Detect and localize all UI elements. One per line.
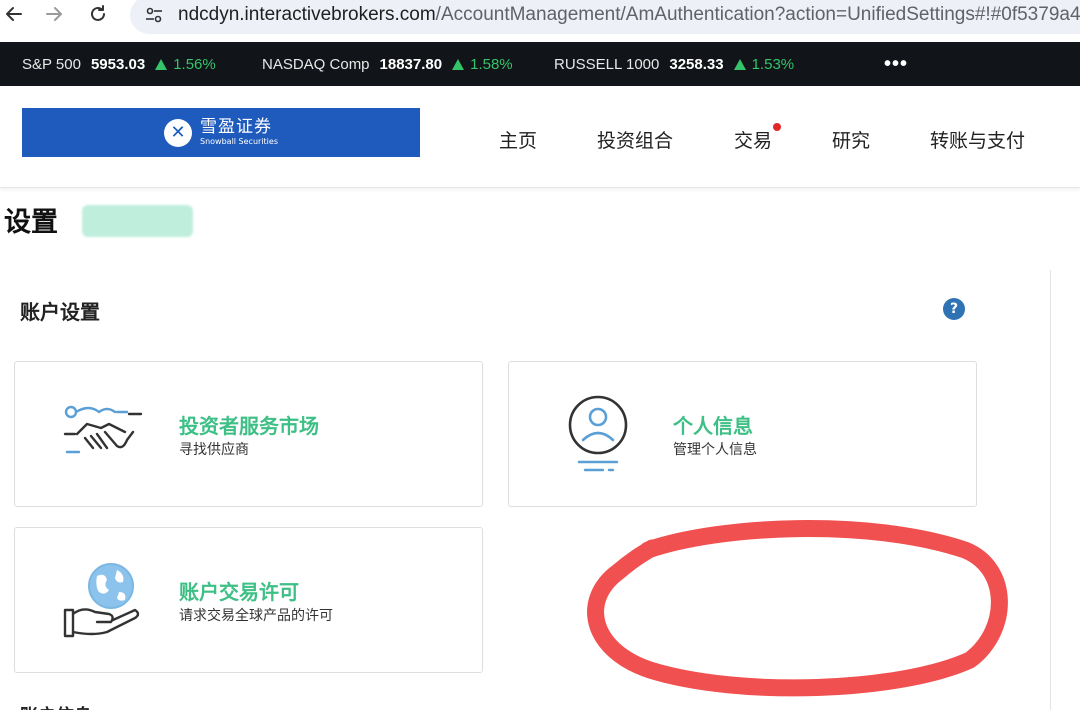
panel-divider bbox=[1050, 270, 1051, 710]
logo-name-cn: 雪盈证券 bbox=[200, 117, 272, 137]
ticker-change: 1.53% bbox=[733, 56, 794, 73]
notification-dot bbox=[773, 123, 781, 131]
ticker-item[interactable]: NASDAQ Comp 18837.80 1.58% bbox=[262, 42, 513, 86]
globe-in-hand-icon bbox=[63, 563, 140, 638]
card-title: 个人信息 bbox=[673, 414, 753, 438]
nav-portfolio[interactable]: 投资组合 bbox=[597, 126, 673, 153]
ticker-item[interactable]: S&P 500 5953.03 1.56% bbox=[22, 42, 216, 86]
nav-trade[interactable]: 交易 bbox=[734, 126, 772, 153]
card-subtitle: 管理个人信息 bbox=[673, 442, 757, 458]
more-icon[interactable]: ••• bbox=[884, 42, 908, 86]
nav-transfer-pay[interactable]: 转账与支付 bbox=[930, 126, 1025, 153]
card-investor-marketplace[interactable]: 投资者服务市场 寻找供应商 bbox=[14, 361, 483, 507]
page-title: 设置 bbox=[4, 207, 58, 238]
ticker-change: 1.56% bbox=[155, 56, 216, 73]
ticker-value: 18837.80 bbox=[379, 55, 443, 73]
site-settings-icon[interactable] bbox=[144, 5, 164, 25]
address-bar[interactable]: ndcdyn.interactivebrokers.com/AccountMan… bbox=[130, 0, 1080, 34]
card-title: 账户交易许可 bbox=[179, 580, 299, 604]
back-arrow-icon[interactable] bbox=[0, 0, 28, 28]
ticker-value: 3258.33 bbox=[669, 55, 724, 73]
card-personal-info[interactable]: 个人信息 管理个人信息 bbox=[508, 361, 977, 507]
forward-arrow-icon[interactable] bbox=[40, 0, 68, 28]
up-triangle-icon bbox=[733, 58, 746, 70]
nav-research[interactable]: 研究 bbox=[832, 126, 870, 153]
up-triangle-icon bbox=[452, 58, 465, 70]
red-annotation-circle bbox=[587, 520, 1008, 697]
brand-logo[interactable]: ✕ 雪盈证券 Snowball Securities bbox=[22, 108, 420, 157]
up-triangle-icon bbox=[155, 58, 168, 70]
card-title: 投资者服务市场 bbox=[179, 414, 319, 438]
ticker-name: S&P 500 bbox=[22, 55, 81, 73]
card-trading-permissions[interactable]: 账户交易许可 请求交易全球产品的许可 bbox=[14, 527, 483, 673]
user-profile-icon bbox=[568, 395, 628, 472]
help-icon[interactable]: ? bbox=[943, 298, 965, 320]
ticker-name: NASDAQ Comp bbox=[262, 55, 370, 73]
section-title: 账户设置 bbox=[20, 300, 100, 324]
snowball-logo-icon: ✕ bbox=[164, 118, 192, 147]
next-section-title: 账户信息 bbox=[20, 698, 100, 710]
logo-name-en: Snowball Securities bbox=[200, 137, 278, 146]
nav-home[interactable]: 主页 bbox=[499, 126, 537, 153]
url-text: ndcdyn.interactivebrokers.com/AccountMan… bbox=[178, 4, 1080, 25]
card-subtitle: 寻找供应商 bbox=[179, 442, 249, 458]
handshake-icon bbox=[63, 405, 143, 454]
ticker-name: RUSSELL 1000 bbox=[554, 55, 660, 73]
site-header: ✕ 雪盈证券 Snowball Securities 主页 投资组合 交易 研究… bbox=[0, 86, 1080, 188]
redacted-account-badge bbox=[82, 205, 193, 237]
market-ticker: S&P 500 5953.03 1.56% NASDAQ Comp 18837.… bbox=[0, 42, 1080, 86]
card-subtitle: 请求交易全球产品的许可 bbox=[179, 608, 333, 624]
ticker-item[interactable]: RUSSELL 1000 3258.33 1.53% bbox=[554, 42, 794, 86]
browser-toolbar: ndcdyn.interactivebrokers.com/AccountMan… bbox=[0, 0, 1080, 40]
reload-icon[interactable] bbox=[84, 0, 112, 28]
ticker-value: 5953.03 bbox=[90, 55, 146, 73]
ticker-change: 1.58% bbox=[452, 56, 513, 73]
